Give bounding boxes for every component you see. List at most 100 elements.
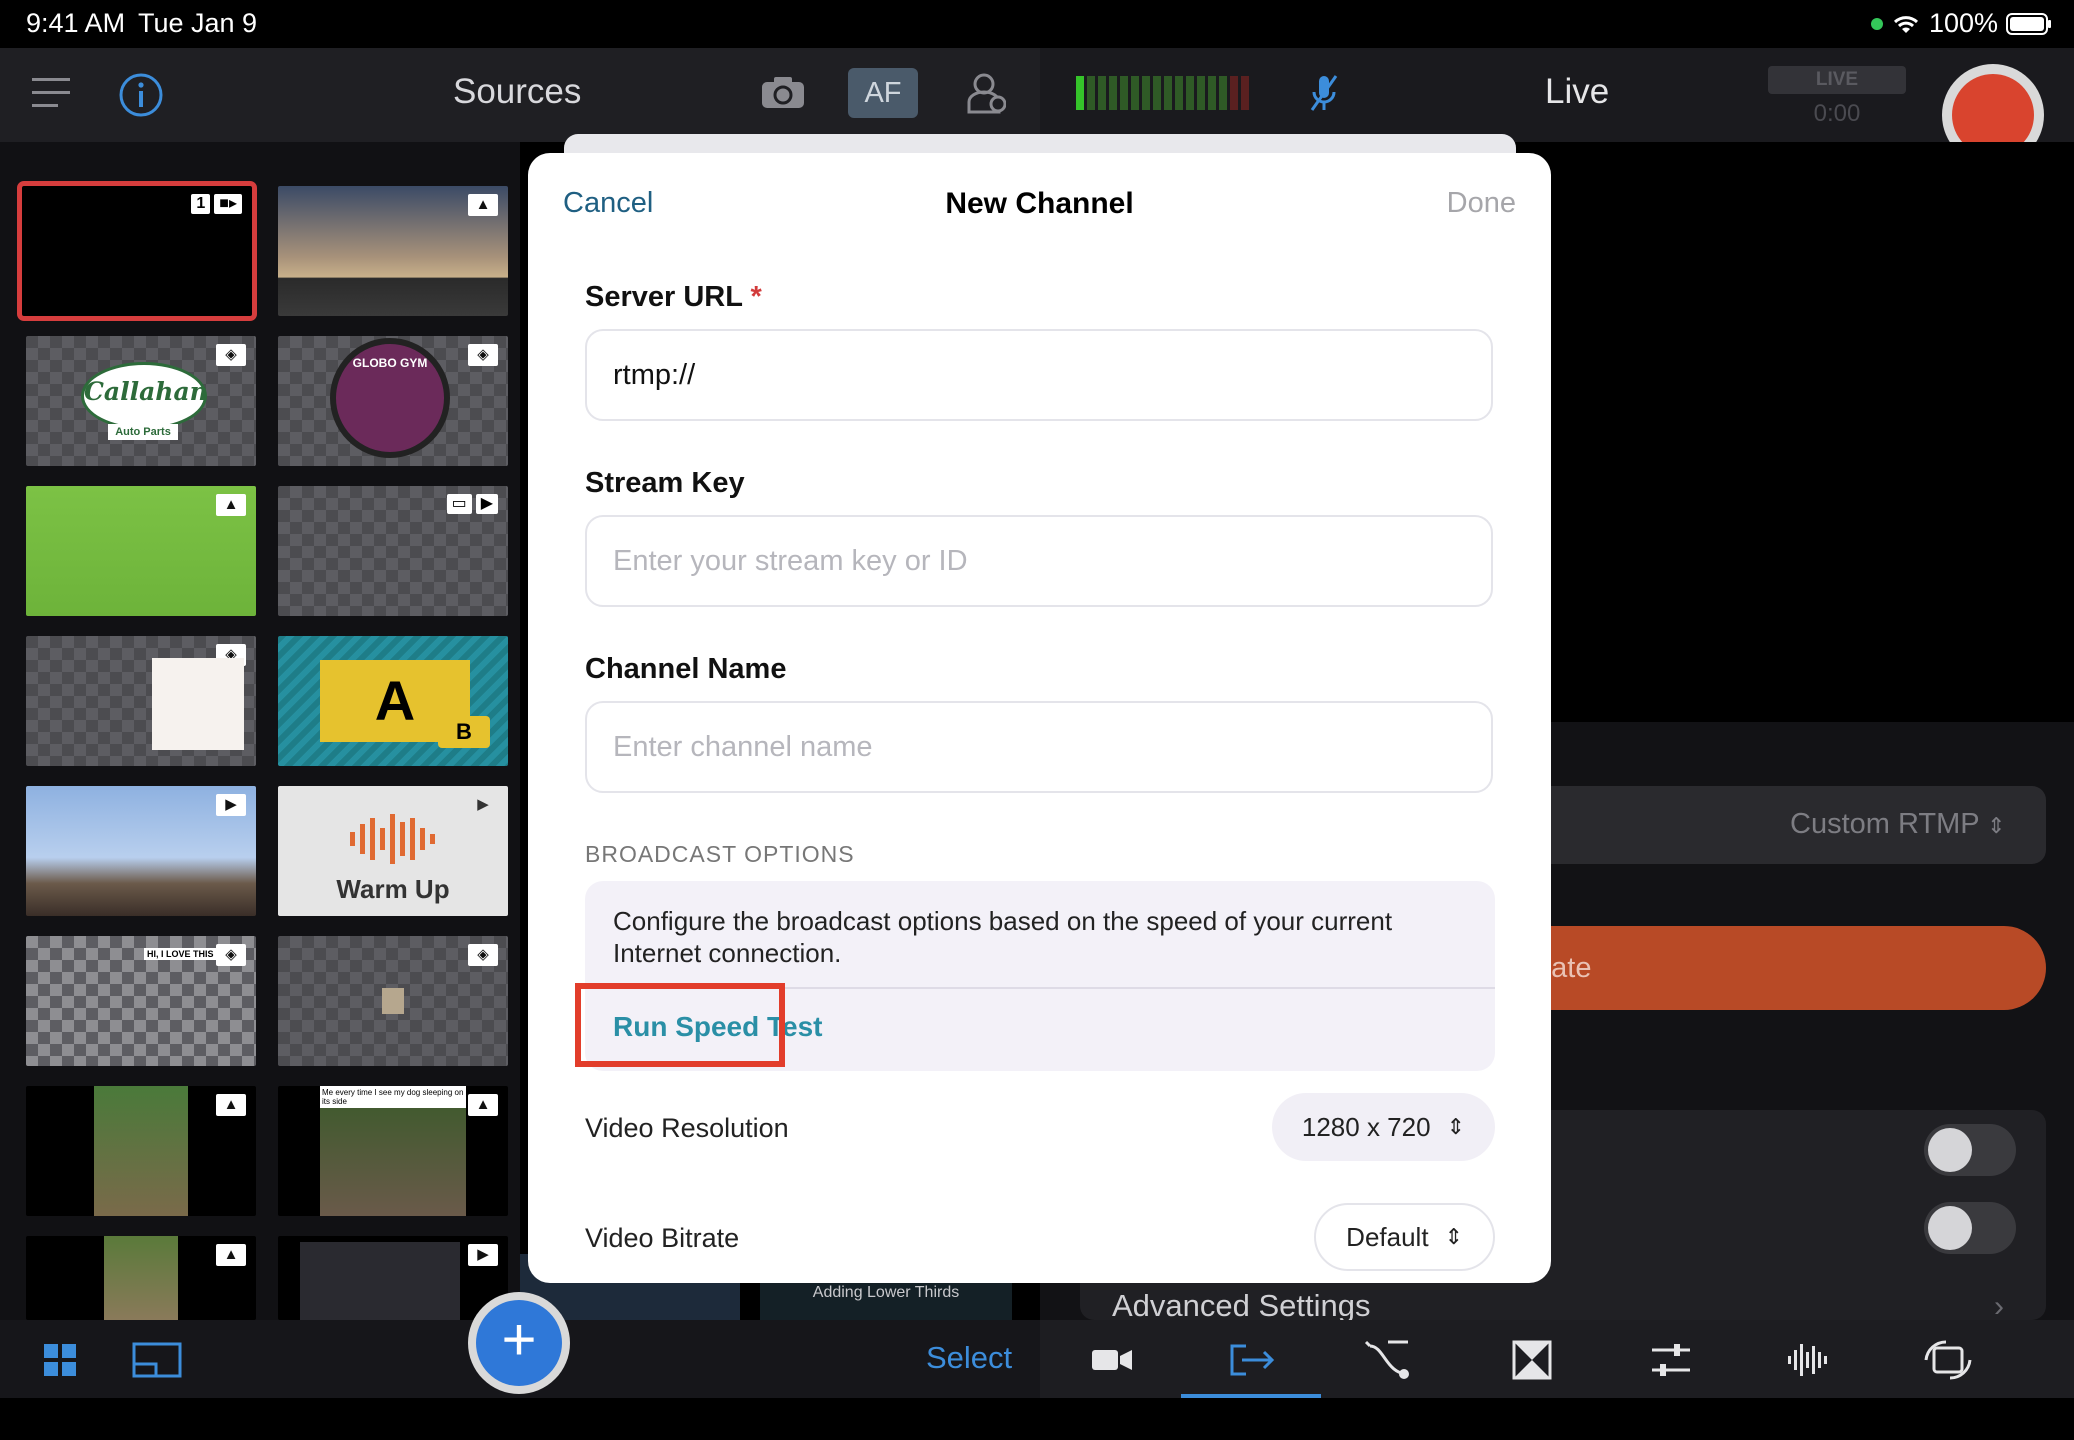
source-tile-overlay[interactable]: ◈ HI, I LOVE THIS <box>26 936 256 1066</box>
small-photo <box>382 988 404 1014</box>
source-tile-overlay[interactable]: A B <box>278 636 508 766</box>
server-url-input[interactable] <box>585 329 1493 421</box>
camera-flip-icon[interactable] <box>760 74 806 110</box>
required-marker: * <box>750 281 762 313</box>
channel-name-input[interactable] <box>585 701 1493 793</box>
status-indicators: 100% <box>1870 8 2052 39</box>
autofocus-button[interactable]: AF <box>848 68 918 118</box>
dog-photo <box>94 1086 188 1216</box>
menu-icon[interactable] <box>32 76 72 110</box>
play-icon: ▶ <box>477 796 489 813</box>
stream-key-input[interactable] <box>585 515 1493 607</box>
broadcast-options-header: BROADCAST OPTIONS <box>585 841 855 867</box>
updown-chevron-icon: ⇕ <box>1444 1224 1463 1249</box>
audio-waveform-icon[interactable] <box>1788 1342 1832 1378</box>
source-tile-video[interactable]: ▶ <box>26 786 256 916</box>
info-icon[interactable] <box>118 72 164 118</box>
source-tile-image[interactable]: ▲ <box>26 1236 256 1320</box>
switch-camera-icon[interactable] <box>1922 1338 1974 1382</box>
play-icon: ▶ <box>216 794 246 816</box>
broadcast-options-description: Configure the broadcast options based on… <box>613 906 1393 968</box>
screenshot-thumb <box>300 1242 460 1320</box>
service-value: Custom RTMP ⇕ <box>1790 808 2006 840</box>
mask-icon[interactable] <box>1512 1340 1552 1380</box>
image-icon: ▲ <box>216 1244 246 1266</box>
layers-icon: ◈ <box>216 344 246 366</box>
podcast-logo <box>152 658 244 750</box>
status-time: 9:41 AM <box>26 8 126 38</box>
video-resolution-value: 1280 x 720 <box>1301 1111 1431 1142</box>
globo-gym-logo: GLOBO GYM <box>330 338 450 458</box>
toggle-switch[interactable] <box>1924 1124 2016 1176</box>
layout-view-icon[interactable] <box>132 1342 182 1378</box>
battery-percent: 100% <box>1928 8 1998 38</box>
sources-grid: 1 ■▸ ▲ ◈ Callahan Auto Parts ◈ GLOBO GYM … <box>0 142 520 1320</box>
play-icon: ▶ <box>475 494 498 514</box>
server-url-label: Server URL * <box>585 281 762 313</box>
updown-chevron-icon: ⇕ <box>1987 813 2006 838</box>
image-icon: ▲ <box>468 194 498 216</box>
sliders-icon[interactable] <box>1650 1342 1692 1378</box>
mini-tile-label: Adding Lower Thirds <box>812 1284 960 1301</box>
done-button[interactable]: Done <box>1447 187 1516 220</box>
new-channel-sheet: Cancel New Channel Done Server URL * Str… <box>528 153 1551 1283</box>
transition-icon[interactable] <box>1364 1338 1414 1382</box>
plus-icon[interactable]: + <box>476 1300 562 1386</box>
home-indicator-bar <box>0 1398 2074 1440</box>
play-icon: ▶ <box>468 1244 498 1266</box>
updown-chevron-icon: ⇕ <box>1446 1114 1465 1139</box>
grid-view-icon[interactable] <box>44 1344 78 1378</box>
layers-icon: ◈ <box>216 944 246 966</box>
airplay-icon: ▭ <box>446 494 472 514</box>
privacy-dot-icon <box>1870 17 1883 30</box>
sheet-title: New Channel <box>945 187 1134 220</box>
output-icon[interactable] <box>1228 1342 1278 1378</box>
layers-icon: ◈ <box>468 344 498 366</box>
layers-icon: ◈ <box>468 944 498 966</box>
source-tile-image[interactable]: ▲ Me every time I see my dog sleeping on… <box>278 1086 508 1216</box>
wifi-icon <box>1893 15 1918 33</box>
source-tile-image[interactable]: ▲ <box>278 186 508 316</box>
camera-person-icon[interactable] <box>966 72 1006 114</box>
advanced-settings-label[interactable]: Advanced Settings <box>1112 1288 1371 1324</box>
select-button[interactable]: Select <box>926 1340 1012 1376</box>
mic-muted-icon[interactable] <box>1310 74 1338 114</box>
channel-name-label: Channel Name <box>585 653 787 685</box>
path-photo <box>104 1236 178 1320</box>
source-tile-video[interactable]: ▭ ▶ <box>278 486 508 616</box>
source-tile-overlay[interactable]: ◈ GLOBO GYM <box>278 336 508 466</box>
video-bitrate-value: Default <box>1346 1221 1429 1252</box>
camera-number-badge: 1 <box>191 194 211 214</box>
image-icon: ▲ <box>216 1094 246 1116</box>
video-camera-icon[interactable] <box>1092 1346 1132 1374</box>
live-timer: 0:00 <box>1813 100 1861 127</box>
toggle-switch[interactable] <box>1924 1202 2016 1254</box>
audio-level-meter <box>1076 76 1249 110</box>
video-bitrate-picker[interactable]: Default ⇕ <box>1314 1203 1495 1271</box>
chevron-right-icon: › <box>1994 1290 2004 1323</box>
callahan-logo: Callahan <box>81 362 208 430</box>
source-tile-video[interactable]: ▶ Warm Up <box>278 786 508 916</box>
source-tile-image[interactable]: ▲ <box>26 1086 256 1216</box>
source-tile-overlay[interactable]: ◈ <box>278 936 508 1066</box>
status-date: Tue Jan 9 <box>138 8 258 38</box>
source-tile-image[interactable]: ▲ <box>26 486 256 616</box>
speed-test-highlight <box>575 983 785 1067</box>
video-resolution-picker[interactable]: 1280 x 720 ⇕ <box>1271 1093 1495 1161</box>
meme-photo: Me every time I see my dog sleeping on i… <box>320 1086 466 1216</box>
video-camera-icon: ■▸ <box>214 194 242 214</box>
source-tile-camera[interactable]: 1 ■▸ <box>17 181 257 321</box>
status-bar <box>0 0 2074 48</box>
video-bitrate-label: Video Bitrate <box>585 1223 740 1253</box>
image-icon: ▲ <box>216 494 246 516</box>
source-tile-overlay[interactable]: ◈ <box>26 636 256 766</box>
waveform-icon <box>350 814 435 864</box>
source-tile-overlay[interactable]: ◈ Callahan Auto Parts <box>26 336 256 466</box>
live-title: Live <box>1545 72 1610 111</box>
live-toolbar <box>1040 1320 2074 1398</box>
sources-title: Sources <box>453 72 582 111</box>
battery-icon <box>2006 12 2051 35</box>
source-tile-video[interactable]: ▶ <box>278 1236 508 1320</box>
stream-key-label: Stream Key <box>585 467 745 499</box>
live-badge: LIVE <box>1768 66 1906 94</box>
